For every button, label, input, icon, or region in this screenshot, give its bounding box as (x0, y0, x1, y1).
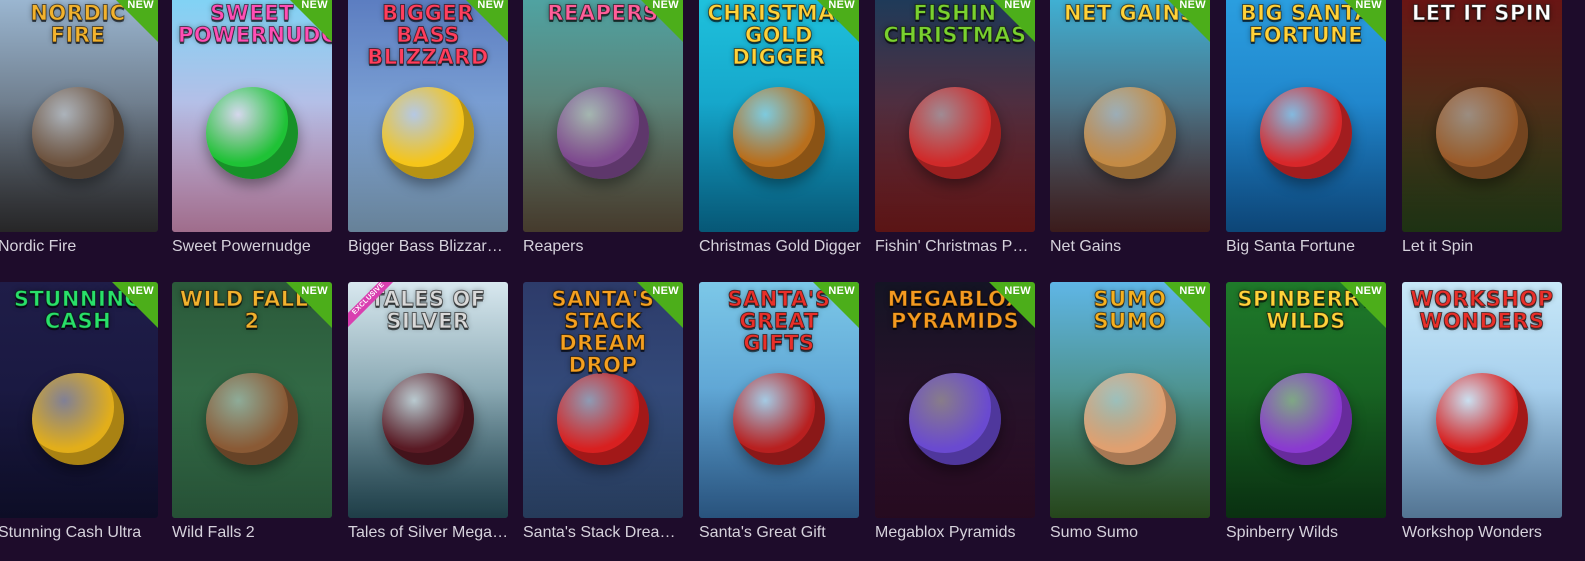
new-badge-label: NEW (127, 285, 154, 297)
new-badge-label: NEW (828, 285, 855, 297)
game-title[interactable]: Sumo Sumo (1050, 523, 1212, 543)
new-badge-label: NEW (1179, 285, 1206, 297)
game-thumbnail[interactable]: SANTA'S STACK DREAM DROP NEW (523, 282, 683, 518)
game-tile-tales-of-silver-megaways[interactable]: TALES OF SILVER EXCLUSIVE Tales of Silver … (348, 282, 510, 552)
game-artwork (733, 372, 825, 465)
game-artwork (733, 86, 825, 179)
game-tile-sweet-powernudge[interactable]: SWEET POWERNUDGENEW Sweet Powernudge (172, 0, 332, 266)
game-tile-big-santa-fortune[interactable]: BIG SANTA FORTUNE NEW Big Santa Fortune (1226, 0, 1386, 266)
game-title[interactable]: Bigger Bass Blizzard - Christmas Catch (348, 237, 510, 257)
game-tile-nordic-fire[interactable]: NORDIC FIRE NEW Nordic Fire (0, 0, 158, 266)
game-tile-santa-s-stack-dream-drop[interactable]: SANTA'S STACK DREAM DROP NEW Santa's Stack… (523, 282, 685, 552)
game-tile-fishin-christmas-pots-of-gold[interactable]: FISHIN CHRISTMAS NEW Fishin' Christmas Pot… (875, 0, 1037, 266)
game-tile-sumo-sumo[interactable]: SUMO SUMO NEW Sumo Sumo (1050, 282, 1210, 552)
game-title[interactable]: Let it Spin (1402, 237, 1564, 257)
new-badge-label: NEW (301, 285, 328, 297)
game-artwork (1436, 372, 1528, 465)
game-artwork (382, 372, 474, 465)
game-thumbnail[interactable]: SUMO SUMO NEW (1050, 282, 1210, 518)
new-badge-label: NEW (477, 0, 504, 11)
game-thumbnail[interactable]: LET IT SPIN (1402, 0, 1562, 232)
game-artwork (1084, 372, 1176, 465)
game-title[interactable]: Stunning Cash Ultra (0, 523, 160, 543)
game-tile-spinberry-wilds[interactable]: SPINBERRY WILDS NEW Spinberry Wilds (1226, 282, 1386, 552)
new-badge-label: NEW (1004, 285, 1031, 297)
game-thumbnail[interactable]: SANTA'S GREAT GIFTS NEW (699, 282, 859, 518)
game-tile-workshop-wonders[interactable]: WORKSHOP WONDERS Workshop Wonders (1402, 282, 1562, 552)
game-title[interactable]: Sweet Powernudge (172, 237, 334, 257)
game-title[interactable]: Big Santa Fortune (1226, 237, 1388, 257)
game-artwork (557, 86, 649, 179)
game-tile-christmas-gold-digger[interactable]: CHRISTMAS GOLD DIGGER NEW Christmas Gold D… (699, 0, 861, 266)
game-thumbnail[interactable]: TALES OF SILVER EXCLUSIVE (348, 282, 508, 518)
game-grid: NORDIC FIRE NEW Nordic Fire SWEET POWERNUDG… (0, 0, 1585, 561)
game-title[interactable]: Wild Falls 2 (172, 523, 334, 543)
game-thumbnail[interactable]: STUNNING CASH NEW (0, 282, 158, 518)
game-thumbnail[interactable]: SWEET POWERNUDGENEW (172, 0, 332, 232)
new-badge-label: NEW (1355, 285, 1382, 297)
game-title[interactable]: Christmas Gold Digger (699, 237, 861, 257)
game-title[interactable]: Fishin' Christmas Pots of Gold (875, 237, 1037, 257)
game-artwork (1436, 86, 1528, 179)
game-artwork (909, 86, 1001, 179)
game-artwork (382, 86, 474, 179)
game-artwork (909, 372, 1001, 465)
game-title[interactable]: Net Gains (1050, 237, 1212, 257)
new-badge-label: NEW (301, 0, 328, 11)
new-badge-label: NEW (652, 285, 679, 297)
game-tile-santa-s-great-gift[interactable]: SANTA'S GREAT GIFTS NEW Santa's Great Gift (699, 282, 859, 552)
game-title[interactable]: Santa's Stack Dream Drop (523, 523, 685, 543)
game-tile-net-gains[interactable]: NET GAINS NEW Net Gains (1050, 0, 1210, 266)
game-title[interactable]: Tales of Silver Megaways (348, 523, 510, 543)
game-artwork (1084, 86, 1176, 179)
game-title[interactable]: Nordic Fire (0, 237, 160, 257)
game-thumbnail[interactable]: CHRISTMAS GOLD DIGGER NEW (699, 0, 859, 232)
game-thumbnail[interactable]: REAPERS NEW (523, 0, 683, 232)
game-title[interactable]: Santa's Great Gift (699, 523, 861, 543)
game-artwork (32, 372, 124, 465)
game-thumbnail[interactable]: SPINBERRY WILDS NEW (1226, 282, 1386, 518)
game-artwork (557, 372, 649, 465)
game-thumbnail[interactable]: NORDIC FIRE NEW (0, 0, 158, 232)
game-thumbnail[interactable]: BIGGER BASS BLIZZARD NEW (348, 0, 508, 232)
game-thumbnail[interactable]: WILD FALLS 2 NEW (172, 282, 332, 518)
game-tile-bigger-bass-blizzard-christmas-catch[interactable]: BIGGER BASS BLIZZARD NEW Bigger Bass Blizz… (348, 0, 510, 266)
new-badge-label: NEW (127, 0, 154, 11)
new-badge-label: NEW (1004, 0, 1031, 11)
game-tile-megablox-pyramids[interactable]: MEGABLOX PYRAMIDS NEW Megablox Pyramids (875, 282, 1035, 552)
game-artwork (1260, 86, 1352, 179)
game-thumbnail[interactable]: NET GAINS NEW (1050, 0, 1210, 232)
game-thumbnail[interactable]: MEGABLOX PYRAMIDS NEW (875, 282, 1035, 518)
game-title[interactable]: Reapers (523, 237, 685, 257)
new-badge-label: NEW (828, 0, 855, 11)
game-thumbnail[interactable]: FISHIN CHRISTMAS NEW (875, 0, 1035, 232)
new-badge-label: NEW (652, 0, 679, 11)
game-artwork (32, 86, 124, 179)
game-artwork (1260, 372, 1352, 465)
game-logo: LET IT SPIN (1411, 1, 1553, 25)
game-title[interactable]: Workshop Wonders (1402, 523, 1564, 543)
game-artwork (206, 86, 298, 179)
game-title[interactable]: Megablox Pyramids (875, 523, 1037, 543)
game-title[interactable]: Spinberry Wilds (1226, 523, 1388, 543)
new-badge-label: NEW (1355, 0, 1382, 11)
game-artwork (206, 372, 298, 465)
game-tile-reapers[interactable]: REAPERS NEW Reapers (523, 0, 683, 266)
game-thumbnail[interactable]: WORKSHOP WONDERS (1402, 282, 1562, 518)
game-tile-stunning-cash-ultra[interactable]: STUNNING CASH NEW Stunning Cash Ultra (0, 282, 158, 552)
game-thumbnail[interactable]: BIG SANTA FORTUNE NEW (1226, 0, 1386, 232)
new-badge-label: NEW (1179, 0, 1206, 11)
game-tile-let-it-spin[interactable]: LET IT SPIN Let it Spin (1402, 0, 1562, 266)
game-logo: WORKSHOP WONDERS (1410, 287, 1554, 333)
game-tile-wild-falls-2[interactable]: WILD FALLS 2 NEW Wild Falls 2 (172, 282, 332, 552)
